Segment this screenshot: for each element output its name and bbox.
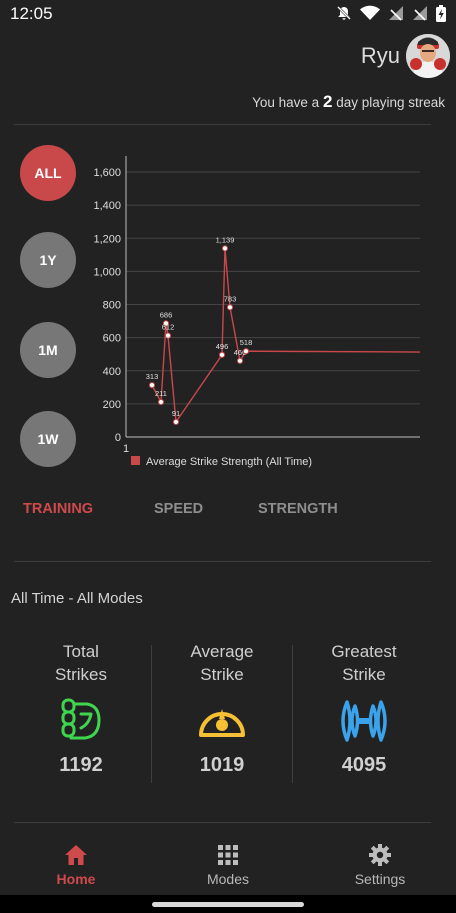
data-label: 496	[216, 342, 229, 351]
data-label: 783	[224, 294, 237, 303]
range-button-1w[interactable]: 1W	[20, 411, 76, 467]
stat-greatest-strike: Greatest Strike 4095	[294, 640, 434, 777]
status-bar: 12:05	[0, 0, 456, 26]
data-point	[218, 351, 226, 358]
tabs-divider	[14, 561, 431, 562]
streak-prefix: You have a	[252, 95, 320, 110]
stat-label-line1: Average	[190, 642, 254, 661]
streak-suffix: day playing streak	[336, 95, 445, 110]
x-tick-label: 1	[123, 443, 129, 455]
nav-item-modes[interactable]: Modes	[178, 843, 278, 887]
data-label: 91	[172, 409, 180, 418]
y-tick-label: 400	[103, 366, 121, 378]
grid-icon	[218, 845, 238, 865]
range-button-all[interactable]: ALL	[20, 145, 76, 201]
home-icon	[65, 845, 87, 865]
data-point	[236, 357, 244, 364]
tab-speed[interactable]: SPEED	[154, 501, 203, 517]
stat-label-line2: Strikes	[55, 665, 107, 684]
stat-value: 1019	[199, 754, 245, 776]
y-tick-label: 0	[115, 432, 121, 444]
data-point	[221, 245, 229, 252]
y-tick-label: 1,200	[93, 233, 121, 245]
stat-label-line2: Strike	[200, 665, 244, 684]
status-icons	[336, 4, 446, 22]
gauge-icon	[199, 709, 245, 737]
legend-label: Average Strike Strength (All Time)	[146, 456, 312, 468]
stat-value: 4095	[341, 754, 387, 776]
data-label: 612	[162, 323, 175, 332]
fighter-avatar-icon	[406, 34, 450, 78]
y-tick-label: 1,000	[93, 266, 121, 278]
stat-average-strike: Average Strike 1019	[152, 640, 292, 777]
header-divider	[14, 124, 431, 125]
battery-charging-icon	[436, 4, 446, 22]
y-tick-label: 600	[103, 333, 121, 345]
data-label: 313	[146, 372, 159, 381]
notifications-off-icon	[337, 6, 351, 20]
data-point	[148, 382, 156, 389]
data-point	[172, 418, 180, 426]
y-tick-label: 800	[103, 300, 121, 312]
nav-label: Home	[56, 871, 96, 887]
signal-off-icon-2	[413, 6, 427, 21]
tab-strength[interactable]: STRENGTH	[258, 501, 338, 517]
streak-text: You have a 2 day playing streak	[252, 92, 445, 112]
legend-swatch	[131, 456, 140, 465]
nav-label: Settings	[354, 871, 406, 887]
section-title: All Time - All Modes	[11, 590, 143, 607]
bottom-nav: Home Modes Settings	[0, 835, 456, 895]
y-tick-label: 1,600	[93, 167, 121, 179]
status-time: 12:05	[10, 4, 53, 23]
data-point	[157, 398, 165, 406]
data-label: 1,139	[216, 235, 235, 244]
stat-total-strikes: Total Strikes 1192	[11, 640, 151, 777]
stat-label-line1: Greatest	[331, 642, 397, 661]
stat-label-line1: Total	[63, 642, 99, 661]
data-point	[226, 304, 234, 311]
range-button-1m[interactable]: 1M	[20, 322, 76, 378]
signal-off-icon	[389, 6, 403, 21]
streak-days: 2	[322, 92, 333, 111]
line-chart-svg: 0 200 400 600 800 1,000 1,200 1,400 1,600 1 313 211…	[93, 156, 421, 468]
data-label: 686	[160, 310, 173, 319]
nav-item-home[interactable]: Home	[26, 843, 126, 887]
data-point	[242, 348, 250, 355]
strike-strength-chart: 0 200 400 600 800 1,000 1,200 1,400 1,600 1 313 211…	[84, 150, 436, 480]
user-name: Ryu	[360, 43, 400, 68]
nav-item-settings[interactable]: Settings	[330, 843, 430, 887]
dumbbell-icon	[341, 700, 387, 742]
gear-icon	[369, 844, 391, 866]
data-label: 518	[240, 338, 253, 347]
stat-label-line2: Strike	[342, 665, 386, 684]
tab-training[interactable]: TRAINING	[23, 501, 93, 517]
y-tick-label: 200	[103, 399, 121, 411]
wifi-icon	[360, 5, 380, 20]
series-line	[151, 248, 421, 424]
range-button-1y[interactable]: 1Y	[20, 232, 76, 288]
data-label: 211	[155, 389, 167, 398]
stat-value: 1192	[59, 754, 103, 776]
avatar[interactable]	[406, 34, 450, 78]
nav-label: Modes	[206, 871, 250, 887]
fist-icon	[61, 698, 101, 740]
y-tick-label: 1,400	[93, 200, 121, 212]
data-point	[164, 332, 172, 339]
stat-separator	[292, 645, 293, 783]
home-gesture-pill[interactable]	[152, 902, 304, 907]
nav-divider	[14, 822, 431, 823]
